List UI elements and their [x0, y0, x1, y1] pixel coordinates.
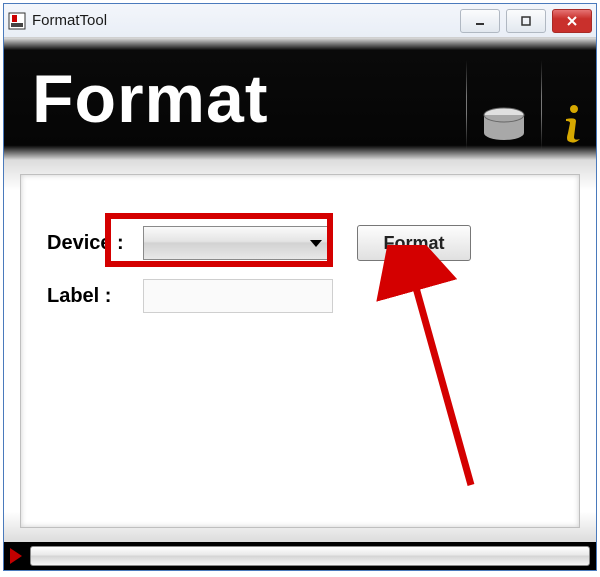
play-icon[interactable] [10, 548, 22, 564]
chevron-down-icon [310, 240, 322, 247]
minimize-button[interactable] [460, 9, 500, 33]
status-bar [4, 542, 596, 570]
banner: Format [4, 38, 596, 160]
drive-icon[interactable] [481, 105, 527, 150]
device-label: Device : [47, 232, 143, 255]
app-icon [8, 12, 26, 30]
format-button-label: Format [383, 233, 444, 254]
label-label: Label : [47, 285, 143, 308]
banner-toolbar [452, 60, 588, 150]
maximize-button[interactable] [506, 9, 546, 33]
form-panel: Device : Format Label : [20, 174, 580, 528]
label-input[interactable] [143, 279, 333, 313]
separator [466, 60, 467, 150]
window-controls [460, 9, 592, 33]
close-button[interactable] [552, 9, 592, 33]
device-select[interactable] [143, 226, 333, 260]
app-window: FormatTool Format [3, 3, 597, 571]
progress-track[interactable] [30, 546, 590, 566]
separator [541, 60, 542, 150]
window-title: FormatTool [32, 12, 460, 29]
banner-title: Format [32, 60, 268, 138]
content-area: Device : Format Label : [4, 160, 596, 542]
device-row: Device : Format [47, 225, 553, 261]
info-icon[interactable] [556, 103, 588, 150]
format-button[interactable]: Format [357, 225, 471, 261]
label-row: Label : [47, 279, 553, 313]
titlebar: FormatTool [4, 4, 596, 38]
